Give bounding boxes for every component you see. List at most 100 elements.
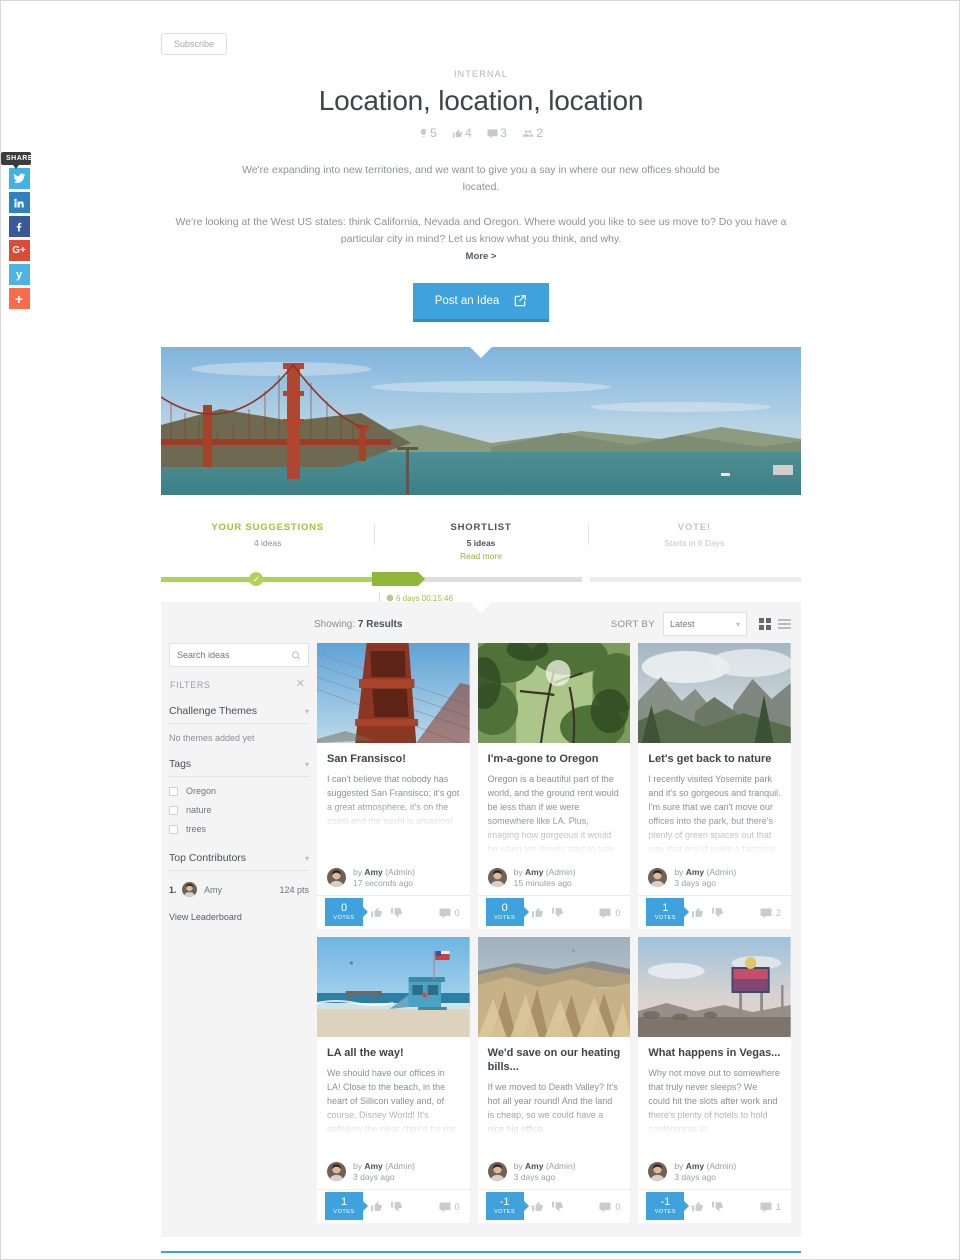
idea-text: Oregon is a beautiful part of the world,…	[487, 774, 619, 854]
idea-author-meta: by Amy (Admin) 3 days ago	[513, 1161, 576, 1182]
idea-author-meta: by Amy (Admin) 17 seconds ago	[353, 867, 415, 888]
facebook-share-button[interactable]	[8, 216, 30, 237]
more-link[interactable]: More >	[161, 251, 801, 262]
vote-label: VOTES	[494, 1209, 516, 1215]
thumbs-up-icon[interactable]	[370, 1200, 383, 1213]
ideas-grid: San Fransisco! I can't believe that nobo…	[317, 643, 791, 1223]
close-icon[interactable]: ✕	[296, 679, 305, 690]
avatar	[327, 1162, 346, 1181]
contributor-row[interactable]: 1. Amy 124 pts	[169, 882, 309, 897]
idea-card[interactable]: I'm-a-gone to Oregon Oregon is a beautif…	[477, 643, 631, 929]
checkbox[interactable]	[169, 786, 178, 796]
post-idea-button[interactable]: Post an Idea	[412, 283, 550, 322]
idea-title: San Fransisco!	[327, 753, 406, 765]
comment-count-group[interactable]: 0	[599, 1201, 620, 1213]
twitter-share-button[interactable]	[8, 168, 30, 189]
googleplus-share-button[interactable]: G+	[8, 240, 30, 261]
avatar	[327, 868, 346, 887]
checkbox[interactable]	[169, 824, 178, 834]
thumbs-down-icon[interactable]	[551, 906, 564, 919]
idea-author: by Amy (Admin) 17 seconds ago	[317, 867, 470, 895]
vote-count: 0	[340, 902, 348, 914]
stage-vote[interactable]: VOTE! Starts in 6 Days	[587, 522, 801, 561]
idea-author: by Amy (Admin) 15 minutes ago	[478, 867, 631, 895]
thumbs-down-icon[interactable]	[551, 1200, 564, 1213]
chevron-down-icon: ▾	[304, 853, 309, 863]
idea-author-meta: by Amy (Admin) 3 days ago	[674, 867, 737, 888]
idea-card[interactable]: LA all the way! We should have our offic…	[317, 937, 470, 1223]
comment-count-group[interactable]: 2	[760, 907, 781, 919]
vote-button[interactable]: -1 VOTES	[646, 1192, 690, 1220]
section-tags[interactable]: Tags ▾	[169, 758, 309, 777]
checkbox[interactable]	[169, 805, 178, 815]
avatar-image	[327, 1162, 346, 1181]
idea-image-death-valley	[477, 937, 631, 1037]
more-share-button[interactable]: +	[8, 288, 30, 309]
stage-your-suggestions[interactable]: YOUR SUGGESTIONS 4 ideas	[161, 522, 374, 561]
idea-image-golden-gate-tower	[317, 643, 470, 743]
stage-progress-bars: ✓ 6 days 00:15:46	[161, 572, 802, 605]
vote-button[interactable]: -1 VOTES	[485, 1192, 529, 1220]
avatar	[182, 882, 197, 897]
linkedin-share-button[interactable]	[8, 192, 30, 213]
avatar	[648, 868, 668, 887]
idea-footer: 0 VOTES 0	[477, 895, 631, 929]
vote-button[interactable]: 1 VOTES	[646, 898, 690, 926]
idea-body: I'm-a-gone to Oregon Oregon is a beautif…	[478, 743, 631, 867]
thumbs-down-icon[interactable]	[390, 906, 403, 919]
comment-count-group[interactable]: 0	[439, 907, 460, 919]
section-title: Challenge Themes	[169, 705, 257, 717]
sort-by-label: SORT BY	[610, 618, 655, 630]
search-ideas-box[interactable]	[169, 643, 309, 667]
subscribe-row: Subscribe	[161, 1, 801, 55]
idea-card[interactable]: We'd save on our heating bills... If we …	[477, 937, 631, 1223]
thumbs-down-icon[interactable]	[711, 1200, 724, 1213]
vote-button[interactable]: 0 VOTES	[325, 898, 368, 926]
idea-card[interactable]: San Fransisco! I can't believe that nobo…	[317, 643, 470, 929]
thumbs-down-icon[interactable]	[390, 1200, 403, 1213]
vote-button[interactable]: 1 VOTES	[325, 1192, 368, 1220]
comment-count-group[interactable]: 0	[439, 1201, 460, 1213]
grid-view-button[interactable]	[759, 618, 771, 630]
idea-footer: 1 VOTES 0	[317, 1189, 470, 1223]
list-view-button[interactable]	[778, 619, 791, 629]
sort-select[interactable]: Latest ▾	[663, 612, 747, 636]
thumbs-up-icon[interactable]	[531, 906, 544, 919]
vote-label: VOTES	[654, 1209, 676, 1215]
idea-card[interactable]: Let's get back to nature I recently visi…	[638, 643, 791, 929]
share-tab-label: SHARE	[1, 152, 33, 169]
stage-sub: 5 ideas	[466, 538, 496, 548]
section-top-contributors[interactable]: Top Contributors ▾	[169, 852, 309, 871]
idea-card[interactable]: What happens in Vegas... Why not move ou…	[638, 937, 791, 1223]
avatar-image	[648, 1162, 668, 1181]
avatar	[648, 1162, 668, 1181]
subscribe-button[interactable]: Subscribe	[161, 33, 228, 55]
vote-button[interactable]: 0 VOTES	[485, 898, 529, 926]
thumbs-down-icon[interactable]	[711, 906, 724, 919]
section-challenge-themes[interactable]: Challenge Themes ▾	[169, 705, 309, 724]
view-leaderboard-link[interactable]: View Leaderboard	[169, 912, 309, 922]
yammer-share-button[interactable]: y	[8, 264, 30, 285]
chevron-down-icon: ▾	[304, 759, 309, 769]
thumbs-up-icon[interactable]	[531, 1200, 544, 1213]
comment-icon	[439, 1202, 451, 1212]
idea-text: If we moved to Death Valley? It's hot al…	[487, 1082, 618, 1134]
comment-count-group[interactable]: 1	[760, 1201, 781, 1213]
tag-filter-oregon[interactable]: Oregon	[169, 786, 309, 796]
tag-filter-trees[interactable]: trees	[169, 824, 309, 834]
challenge-description-1: We're expanding into new territories, an…	[242, 164, 720, 193]
search-input[interactable]	[177, 650, 291, 660]
thumbs-up-icon[interactable]	[370, 906, 383, 919]
hero-notch	[470, 347, 492, 358]
thumbs-up-icon[interactable]	[691, 1200, 704, 1213]
post-idea-label: Post an Idea	[434, 295, 500, 307]
stage-shortlist[interactable]: SHORTLIST 5 ideas Read more	[374, 522, 587, 561]
idea-body: Let's get back to nature I recently visi…	[638, 743, 791, 867]
stage-read-more-link[interactable]: Read more	[374, 551, 587, 561]
avatar-image	[327, 868, 346, 887]
lightbulb-icon	[421, 128, 427, 138]
tag-filter-nature[interactable]: nature	[169, 805, 309, 815]
thumbs-up-icon[interactable]	[691, 906, 704, 919]
idea-image-beach-lifeguard	[317, 937, 470, 1037]
comment-count-group[interactable]: 0	[599, 907, 620, 919]
